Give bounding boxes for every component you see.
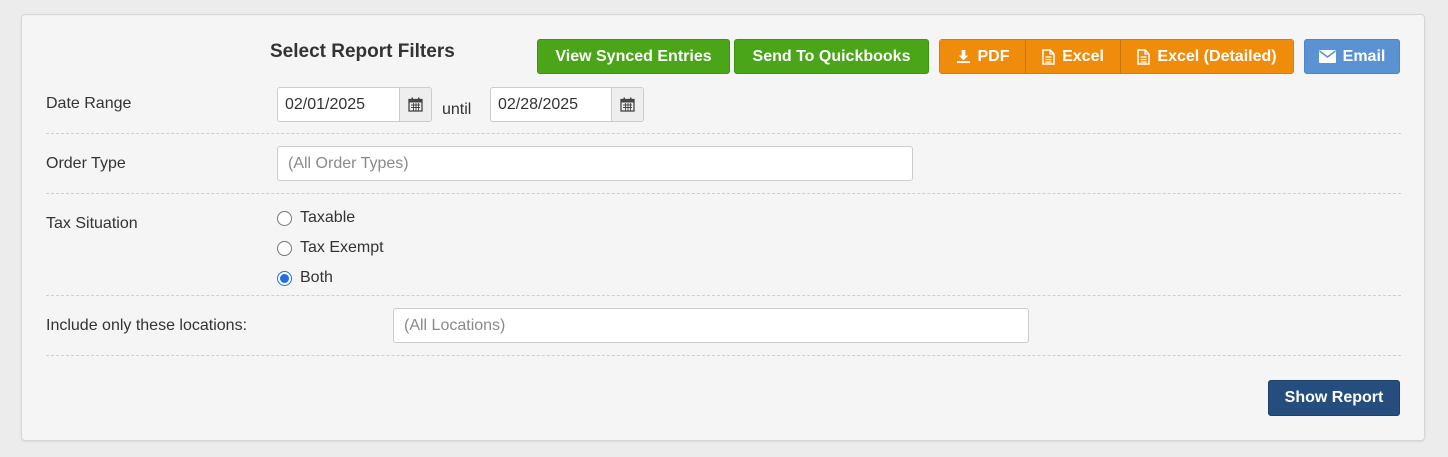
excel-label: Excel: [1062, 47, 1104, 65]
until-label: until: [442, 101, 472, 118]
divider: [46, 355, 1401, 356]
both-label: Both: [300, 269, 333, 286]
send-to-quickbooks-label: Send To Quickbooks: [752, 47, 911, 65]
both-option[interactable]: Both: [277, 269, 333, 287]
divider: [46, 133, 1401, 134]
calendar-icon[interactable]: [399, 88, 431, 121]
excel-detailed-button[interactable]: Excel (Detailed): [1121, 40, 1293, 73]
both-radio[interactable]: [277, 270, 292, 286]
email-button[interactable]: Email: [1304, 39, 1400, 74]
order-type-label: Order Type: [46, 155, 126, 172]
divider: [46, 295, 1401, 296]
calendar-icon[interactable]: [611, 88, 643, 121]
pdf-label: PDF: [977, 47, 1010, 65]
start-date-value[interactable]: 02/01/2025: [278, 88, 399, 121]
tax-exempt-radio[interactable]: [277, 240, 292, 256]
order-type-select[interactable]: (All Order Types): [277, 146, 913, 181]
email-label: Email: [1342, 47, 1386, 65]
file-icon: [1137, 48, 1151, 65]
end-date-field[interactable]: 02/28/2025: [490, 87, 644, 122]
page-title: Select Report Filters: [270, 41, 455, 62]
show-report-label: Show Report: [1284, 389, 1384, 406]
view-synced-entries-button[interactable]: View Synced Entries: [537, 39, 730, 74]
send-to-quickbooks-button[interactable]: Send To Quickbooks: [734, 39, 929, 74]
file-icon: [1042, 48, 1055, 65]
envelope-icon: [1318, 50, 1336, 63]
report-filters-panel: Select Report Filters View Synced Entrie…: [21, 14, 1425, 441]
export-button-group: PDF Excel Excel (Detailed): [939, 39, 1294, 74]
excel-detailed-label: Excel (Detailed): [1157, 47, 1277, 65]
excel-button[interactable]: Excel: [1026, 40, 1121, 73]
taxable-label: Taxable: [300, 209, 356, 226]
download-icon: [956, 49, 971, 64]
taxable-radio[interactable]: [277, 210, 292, 226]
pdf-button[interactable]: PDF: [940, 40, 1026, 73]
locations-select[interactable]: (All Locations): [393, 308, 1029, 343]
end-date-value[interactable]: 02/28/2025: [491, 88, 611, 121]
locations-label: Include only these locations:: [46, 317, 248, 334]
start-date-field[interactable]: 02/01/2025: [277, 87, 432, 122]
taxable-option[interactable]: Taxable: [277, 209, 355, 227]
date-range-label: Date Range: [46, 95, 132, 112]
tax-exempt-label: Tax Exempt: [300, 239, 384, 256]
show-report-button[interactable]: Show Report: [1268, 380, 1400, 416]
view-synced-entries-label: View Synced Entries: [555, 47, 712, 65]
tax-exempt-option[interactable]: Tax Exempt: [277, 239, 384, 257]
tax-situation-label: Tax Situation: [46, 215, 138, 232]
divider: [46, 193, 1401, 194]
